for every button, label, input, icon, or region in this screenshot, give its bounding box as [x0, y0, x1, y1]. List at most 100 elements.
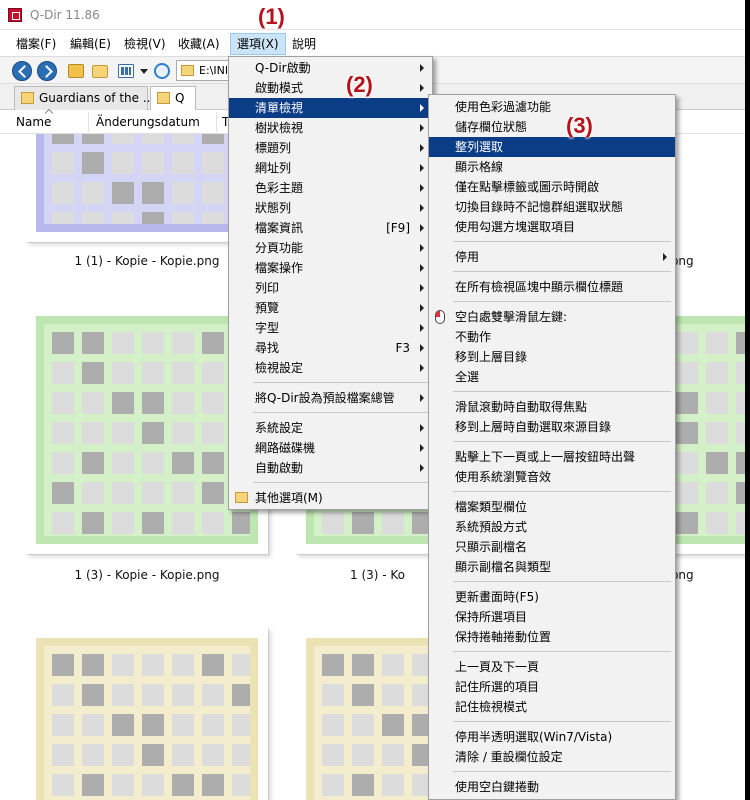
- menu-2[interactable]: 檢視(V): [118, 33, 172, 55]
- up-folder-icon[interactable]: [68, 64, 84, 78]
- menu-item[interactable]: 保持捲軸捲動位置: [429, 627, 675, 647]
- menu-0[interactable]: 檔案(F): [10, 33, 62, 55]
- menu-item[interactable]: 保持所選項目: [429, 607, 675, 627]
- menu-item-label: 移到上層時自動選取來源目錄: [455, 420, 612, 434]
- menu-item[interactable]: 顯示格線: [429, 157, 675, 177]
- menu-item[interactable]: 整列選取: [429, 137, 675, 157]
- menu-bar: 檔案(F) 編輯(E) 檢視(V) 收藏(A) 選項(X) 說明: [0, 30, 750, 56]
- menu-item[interactable]: 啟動模式: [229, 78, 432, 98]
- menu-item-label: 系統預設方式: [455, 520, 528, 534]
- menu-separator: [453, 391, 671, 392]
- menu-item[interactable]: 在所有檢視區塊中顯示欄位標題: [429, 277, 675, 297]
- menu-item[interactable]: 將Q-Dir設為預設檔案總管: [229, 388, 432, 408]
- menu-item[interactable]: 只顯示副檔名: [429, 537, 675, 557]
- menu-item[interactable]: 使用色彩過濾功能: [429, 97, 675, 117]
- menu-item[interactable]: 檢視設定: [229, 358, 432, 378]
- menu-item[interactable]: 使用系統瀏覽音效: [429, 467, 675, 487]
- menu-item[interactable]: 樹狀檢視: [229, 118, 432, 138]
- menu-separator: [253, 482, 428, 483]
- menu-item-label: 清單檢視: [255, 101, 304, 115]
- menu-item-label: 啟動模式: [255, 81, 304, 95]
- chevron-right-icon: [420, 64, 424, 72]
- menu-item[interactable]: Q-Dir啟動: [229, 58, 432, 78]
- refresh-icon[interactable]: [154, 63, 170, 79]
- menu-item-label: 使用系統瀏覽音效: [455, 470, 552, 484]
- menu-item[interactable]: 尋找 F3: [229, 338, 432, 358]
- menu-item[interactable]: 清除 / 重設欄位設定: [429, 747, 675, 767]
- menu-item[interactable]: 記住所選的項目: [429, 677, 675, 697]
- chevron-right-icon: [420, 204, 424, 212]
- menu-item[interactable]: 使用空白鍵捲動: [429, 777, 675, 797]
- menu-item[interactable]: 點擊上下一頁或上一層按鈕時出聲: [429, 447, 675, 467]
- menu-item[interactable]: 移到上層時自動選取來源目錄: [429, 417, 675, 437]
- menu-item[interactable]: 網路磁碟機: [229, 438, 432, 458]
- menu-item-label: 移到上層目錄: [455, 350, 528, 364]
- menu-item[interactable]: 字型: [229, 318, 432, 338]
- menu-item[interactable]: 上一頁及下一頁: [429, 657, 675, 677]
- thumbnail-image: [36, 316, 258, 544]
- chevron-right-icon: [663, 253, 667, 261]
- chevron-right-icon: [420, 464, 424, 472]
- menu-item-label: 狀態列: [255, 201, 292, 215]
- menu-item[interactable]: 空白處雙擊滑鼠左鍵:: [429, 307, 675, 327]
- menu-separator: [453, 581, 671, 582]
- thumbnail-item[interactable]: [26, 628, 268, 800]
- chevron-right-icon: [420, 104, 424, 112]
- menu-item[interactable]: 狀態列: [229, 198, 432, 218]
- view-mode-icon[interactable]: [118, 64, 134, 78]
- menu-4[interactable]: 選項(X): [230, 33, 286, 55]
- menu-item[interactable]: 記住檢視模式: [429, 697, 675, 717]
- chevron-down-icon[interactable]: [140, 69, 148, 74]
- menu-item[interactable]: 不動作: [429, 327, 675, 347]
- menu-item[interactable]: 儲存欄位狀態: [429, 117, 675, 137]
- menu-item[interactable]: 分頁功能: [229, 238, 432, 258]
- tab-guardians[interactable]: Guardians of the ...: [14, 86, 154, 110]
- menu-item[interactable]: 停用半透明選取(Win7/Vista): [429, 727, 675, 747]
- menu-item[interactable]: 網址列: [229, 158, 432, 178]
- menu-item[interactable]: 移到上層目錄: [429, 347, 675, 367]
- menu-item[interactable]: 檔案資訊 [F9]: [229, 218, 432, 238]
- menu-item[interactable]: 其他選項(M): [229, 488, 432, 508]
- column-name[interactable]: Name: [16, 115, 51, 129]
- forward-arrow-icon[interactable]: [37, 61, 57, 81]
- menu-item[interactable]: 系統設定: [229, 418, 432, 438]
- menu-item[interactable]: 更新畫面時(F5): [429, 587, 675, 607]
- column-modified-date[interactable]: Änderungsdatum: [96, 115, 200, 129]
- menu-item-label: 切換目錄時不記憶群組選取狀態: [455, 200, 624, 214]
- menu-separator: [453, 651, 671, 652]
- menu-item[interactable]: 使用勾選方塊選取項目: [429, 217, 675, 237]
- menu-item[interactable]: 自動啟動: [229, 458, 432, 478]
- menu-item[interactable]: 切換目錄時不記憶群組選取狀態: [429, 197, 675, 217]
- thumbnail-filename: 1 (3) - Ko: [350, 568, 406, 582]
- app-icon: [8, 8, 22, 22]
- menu-item[interactable]: 檔案操作: [229, 258, 432, 278]
- menu-item[interactable]: 滑鼠滾動時自動取得焦點: [429, 397, 675, 417]
- menu-5[interactable]: 說明: [286, 33, 322, 55]
- menu-item[interactable]: 僅在點擊標籤或圖示時開啟: [429, 177, 675, 197]
- menu-item[interactable]: 顯示副檔名與類型: [429, 557, 675, 577]
- menu-item[interactable]: 標題列: [229, 138, 432, 158]
- address-bar[interactable]: E:\INI: [176, 60, 236, 81]
- menu-item[interactable]: 預覽: [229, 298, 432, 318]
- menu-item[interactable]: 列印: [229, 278, 432, 298]
- menu-3[interactable]: 收藏(A): [172, 33, 226, 55]
- menu-item[interactable]: 停用: [429, 247, 675, 267]
- menu-item[interactable]: 色彩主題: [229, 178, 432, 198]
- menu-item[interactable]: 檔案類型欄位: [429, 497, 675, 517]
- menu-1[interactable]: 編輯(E): [64, 33, 117, 55]
- chevron-right-icon: [420, 244, 424, 252]
- chevron-right-icon: [420, 124, 424, 132]
- menu-item-label: 整列選取: [455, 140, 504, 154]
- back-arrow-icon[interactable]: [12, 61, 32, 81]
- column-divider[interactable]: [216, 112, 217, 132]
- menu-item[interactable]: 全選: [429, 367, 675, 387]
- menu-item[interactable]: 系統預設方式: [429, 517, 675, 537]
- tab-q[interactable]: Q: [150, 86, 196, 110]
- menu-item-label: 空白處雙擊滑鼠左鍵:: [455, 310, 568, 324]
- new-folder-icon[interactable]: [92, 65, 108, 78]
- column-divider[interactable]: [88, 112, 89, 132]
- chevron-right-icon: [420, 444, 424, 452]
- menu-item-label: 記住檢視模式: [455, 700, 528, 714]
- menu-item-label: 點擊上下一頁或上一層按鈕時出聲: [455, 450, 636, 464]
- menu-item[interactable]: 清單檢視: [229, 98, 432, 118]
